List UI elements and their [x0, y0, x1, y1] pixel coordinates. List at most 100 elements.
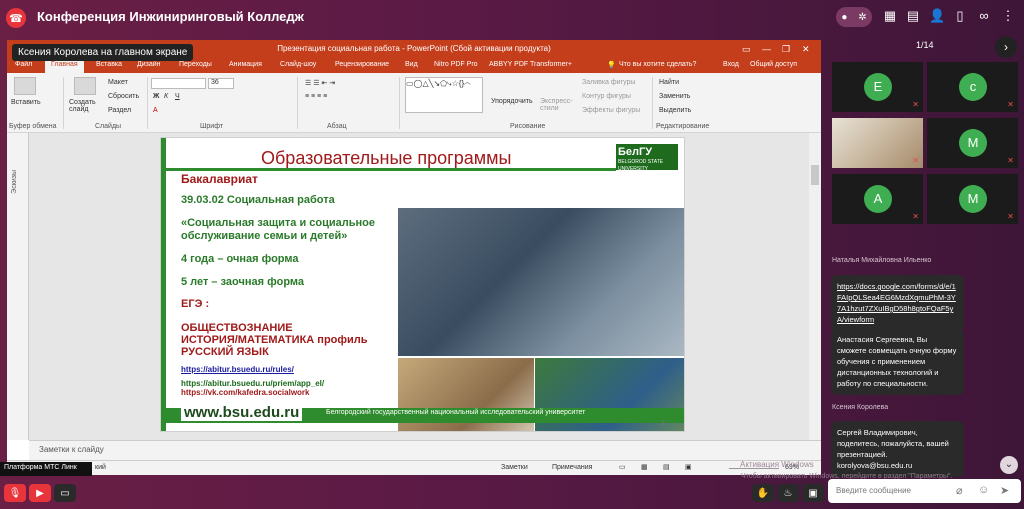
mic-toggle-button[interactable]: 🎙 [4, 484, 26, 502]
replace-button[interactable]: Заменить [659, 93, 690, 100]
tell-me-input[interactable]: Что вы хотите сделать? [619, 61, 696, 68]
notes-toggle[interactable]: Заметки [501, 464, 528, 471]
share-button[interactable]: Общий доступ [750, 61, 797, 68]
menu-file[interactable]: Файл [15, 61, 32, 68]
slide-university-name: Белгородский государственный национальны… [326, 409, 586, 416]
participant-tile[interactable]: c ✕ [927, 62, 1018, 112]
comments-toggle[interactable]: Примечания [552, 464, 592, 471]
bold-button[interactable]: Ж [153, 93, 159, 100]
layout-button[interactable]: Макет [108, 79, 128, 86]
view-normal-icon[interactable]: ▭ [619, 463, 626, 471]
view-sorter-icon[interactable]: ▦ [641, 463, 648, 471]
font-name-select[interactable] [151, 78, 206, 89]
menu-insert[interactable]: Вставка [96, 61, 122, 68]
document-icon[interactable]: ▯ [952, 8, 968, 24]
paste-icon[interactable] [14, 77, 36, 95]
participant-tile[interactable]: M ✕ [927, 118, 1018, 168]
camera-toggle-button[interactable]: ▶ [29, 484, 51, 502]
view-slideshow-icon[interactable]: ▣ [685, 463, 692, 471]
maximize-icon[interactable]: ❐ [782, 40, 790, 58]
more-icon[interactable]: ⋮ [1000, 8, 1016, 24]
section-button[interactable]: Раздел [108, 107, 131, 114]
scroll-down-button[interactable]: ⌄ [1000, 456, 1018, 474]
students-photo [398, 208, 684, 356]
raise-hand-button[interactable]: ✋ [752, 484, 774, 502]
slide-link-rules[interactable]: https://abitur.bsuedu.ru/rules/ [181, 365, 294, 374]
record-icon: ● [841, 11, 848, 23]
italic-button[interactable]: К [164, 93, 168, 100]
mic-off-icon: ✕ [1007, 212, 1014, 221]
logo-name: БелГУ [618, 146, 653, 158]
send-icon[interactable]: ➤ [1000, 484, 1009, 497]
login-link[interactable]: Вход [723, 61, 739, 68]
select-button[interactable]: Выделить [659, 107, 691, 114]
find-button[interactable]: Найти [659, 79, 679, 86]
close-icon[interactable]: ✕ [802, 40, 810, 58]
menu-transitions[interactable]: Переходы [179, 61, 212, 68]
view-reading-icon[interactable]: ▤ [663, 463, 670, 471]
reactions-button[interactable]: ♨ [777, 484, 799, 502]
slide-link-vk[interactable]: https://vk.com/kafedra.socialwork [181, 388, 310, 397]
current-slide[interactable]: Образовательные программы БелГУ BELGOROD … [160, 137, 685, 432]
participant-tile[interactable]: M ✕ [927, 174, 1018, 224]
chat-icon[interactable]: ▤ [905, 8, 921, 24]
avatar: E [864, 73, 892, 101]
shape-fill-button[interactable]: Заливка фигуры [582, 79, 635, 86]
minimize-icon[interactable]: — [762, 40, 771, 58]
new-slide-icon[interactable] [74, 77, 96, 95]
align-icon[interactable]: ≡ ≡ ≡ ≡ [305, 93, 327, 100]
paste-button[interactable]: Вставить [11, 99, 41, 106]
bullets-icon[interactable]: ☰ ☰ ⇤ ⇥ [305, 79, 335, 87]
attach-icon[interactable]: ⌀ [956, 484, 963, 497]
chevron-right-icon: › [1004, 40, 1008, 54]
chat-link[interactable]: https://docs.google.com/forms/d/e/1FAIpQ… [837, 282, 956, 324]
ribbon-display-icon[interactable]: ▭ [742, 40, 751, 58]
shapes-gallery[interactable]: ▭◯△╲↘⬠⤷☆{}⌒ [405, 77, 483, 113]
font-size-select[interactable]: 36 [208, 78, 234, 89]
menu-design[interactable]: Дизайн [137, 61, 161, 68]
avatar: M [959, 185, 987, 213]
layout-icon[interactable]: ▦ [882, 8, 898, 24]
menu-nitro[interactable]: Nitro PDF Pro [434, 61, 478, 68]
slide-link-app[interactable]: https://abitur.bsuedu.ru/priem/app_el/ [181, 379, 324, 388]
layout-toggle-button[interactable]: ▣ [802, 484, 824, 502]
arrange-button[interactable]: Упорядочить [491, 98, 533, 105]
slide-notes[interactable]: Заметки к слайду [29, 440, 821, 460]
message-input[interactable]: Введите сообщение [828, 479, 1021, 503]
menu-abbyy[interactable]: ABBYY PDF Transformer+ [489, 61, 572, 68]
underline-button[interactable]: Ч [175, 93, 180, 100]
quick-styles-button[interactable]: Экспресс-стили [540, 98, 573, 112]
group-editing: Редактирование [656, 123, 710, 130]
participant-tile[interactable]: E ✕ [832, 62, 923, 112]
participants-icon[interactable]: 👤 [929, 8, 945, 24]
shape-outline-button[interactable]: Контур фигуры [582, 93, 631, 100]
emoji-icon[interactable]: ☺ [978, 484, 989, 496]
presenter-label: Ксения Королева на главном экране [12, 44, 194, 61]
participant-tile[interactable]: A ✕ [832, 174, 923, 224]
shape-effects-button[interactable]: Эффекты фигуры [582, 107, 640, 114]
group-slides: Слайды [95, 123, 122, 130]
slide-green-stripe [161, 138, 166, 431]
recording-toggle[interactable]: ● ✲ [836, 7, 872, 27]
link-icon[interactable]: ∞ [976, 8, 992, 24]
menu-slideshow[interactable]: Слайд-шоу [280, 61, 316, 68]
participant-video-tile[interactable]: ✕ [832, 118, 923, 168]
font-color-icon[interactable]: A [153, 107, 158, 114]
screen-share-button[interactable]: ▭ [54, 484, 76, 502]
menu-review[interactable]: Рецензирование [335, 61, 389, 68]
slide-title: Образовательные программы [261, 148, 512, 168]
chat-message: Сергей Владимирович, поделитесь, пожалуй… [831, 421, 964, 477]
menu-view[interactable]: Вид [405, 61, 418, 68]
slide-url: www.bsu.edu.ru [181, 404, 303, 421]
reset-button[interactable]: Сбросить [108, 93, 139, 100]
group-drawing: Рисование [510, 123, 546, 130]
slide-subject-2: ИСТОРИЯ/МАТЕМАТИКА профиль [181, 334, 368, 346]
slide-program-name-1: «Социальная защита и социальное [181, 217, 375, 229]
menu-animation[interactable]: Анимация [229, 61, 262, 68]
chat-message: Анастасия Сергеевна, Вы сможете совмещат… [831, 328, 964, 395]
next-page-button[interactable]: › [995, 36, 1017, 58]
slide-extramural: 5 лет – заочная форма [181, 276, 304, 288]
scrollbar-thumb[interactable] [811, 165, 819, 185]
new-slide-button[interactable]: Создать слайд [69, 99, 101, 113]
leave-call-button[interactable]: ☎ [6, 8, 26, 28]
